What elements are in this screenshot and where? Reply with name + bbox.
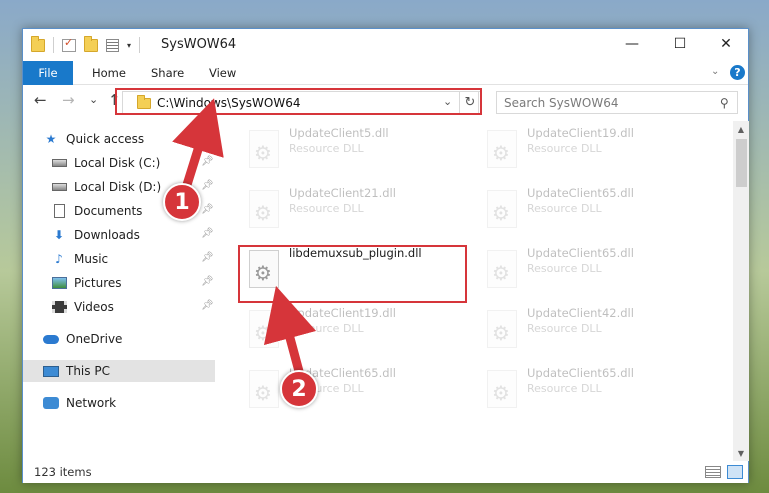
arrow-to-file <box>263 285 317 380</box>
step-badge-2: 2 <box>280 370 318 408</box>
step-badge-1: 1 <box>163 183 201 221</box>
arrow-to-address-bar <box>172 98 224 193</box>
annotation-arrows <box>172 98 317 380</box>
